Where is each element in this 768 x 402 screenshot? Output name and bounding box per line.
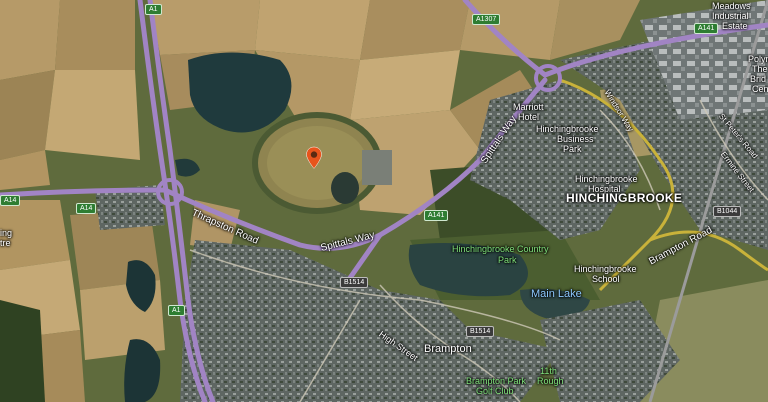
shield-a14-mid: A14 xyxy=(76,203,97,214)
label-golf-1: Brampton Park xyxy=(466,376,527,386)
label-school-1: Hinchingbrooke xyxy=(574,264,637,274)
shield-a1307: A1307 xyxy=(472,14,501,25)
label-country-park-2: Park xyxy=(498,255,517,265)
shield-a14-left: A14 xyxy=(0,195,21,206)
shield-a141-top: A141 xyxy=(694,23,719,34)
label-hinchingbrooke: HINCHINGBROOKE xyxy=(566,191,683,205)
label-meadows: Meadows xyxy=(712,1,751,11)
shield-a1-upper: A1 xyxy=(145,4,162,15)
label-ing: ing xyxy=(0,228,13,238)
label-estate: Estate xyxy=(722,21,748,31)
label-tre: tre xyxy=(0,238,11,248)
label-cen: Cen xyxy=(752,84,768,94)
map-view[interactable]: Thrapston Road Spittals Way Spittals Way… xyxy=(0,0,768,402)
label-eleventh-1: 11th xyxy=(540,366,557,376)
label-hospital-1: Hinchingbrooke xyxy=(575,174,638,184)
label-brid: Brid xyxy=(750,74,767,84)
shield-b1514-b: B1514 xyxy=(466,326,495,337)
shield-a1-lower: A1 xyxy=(168,305,185,316)
shield-b1044: B1044 xyxy=(713,206,742,217)
label-hotel: Hotel xyxy=(518,112,540,122)
shield-b1514-a: B1514 xyxy=(340,277,369,288)
label-marriott: Marriott xyxy=(513,102,544,112)
shield-a141-mid: A141 xyxy=(424,210,449,221)
label-golf-2: Golf Club xyxy=(476,386,514,396)
label-polyme: Polyme xyxy=(748,54,768,64)
location-pin-icon[interactable] xyxy=(305,146,323,170)
label-industrial: Industrial xyxy=(712,11,749,21)
label-eleventh-2: Rough xyxy=(537,376,564,386)
label-school-2: School xyxy=(592,274,620,284)
label-business-park-3: Park xyxy=(563,144,582,154)
label-main-lake: Main Lake xyxy=(531,288,582,300)
label-brampton: Brampton xyxy=(424,343,472,355)
label-business-park-2: Business xyxy=(557,134,594,144)
label-business-park-1: Hinchingbrooke xyxy=(536,124,599,134)
label-the: The xyxy=(752,64,768,74)
label-country-park-1: Hinchingbrooke Country xyxy=(452,244,549,254)
